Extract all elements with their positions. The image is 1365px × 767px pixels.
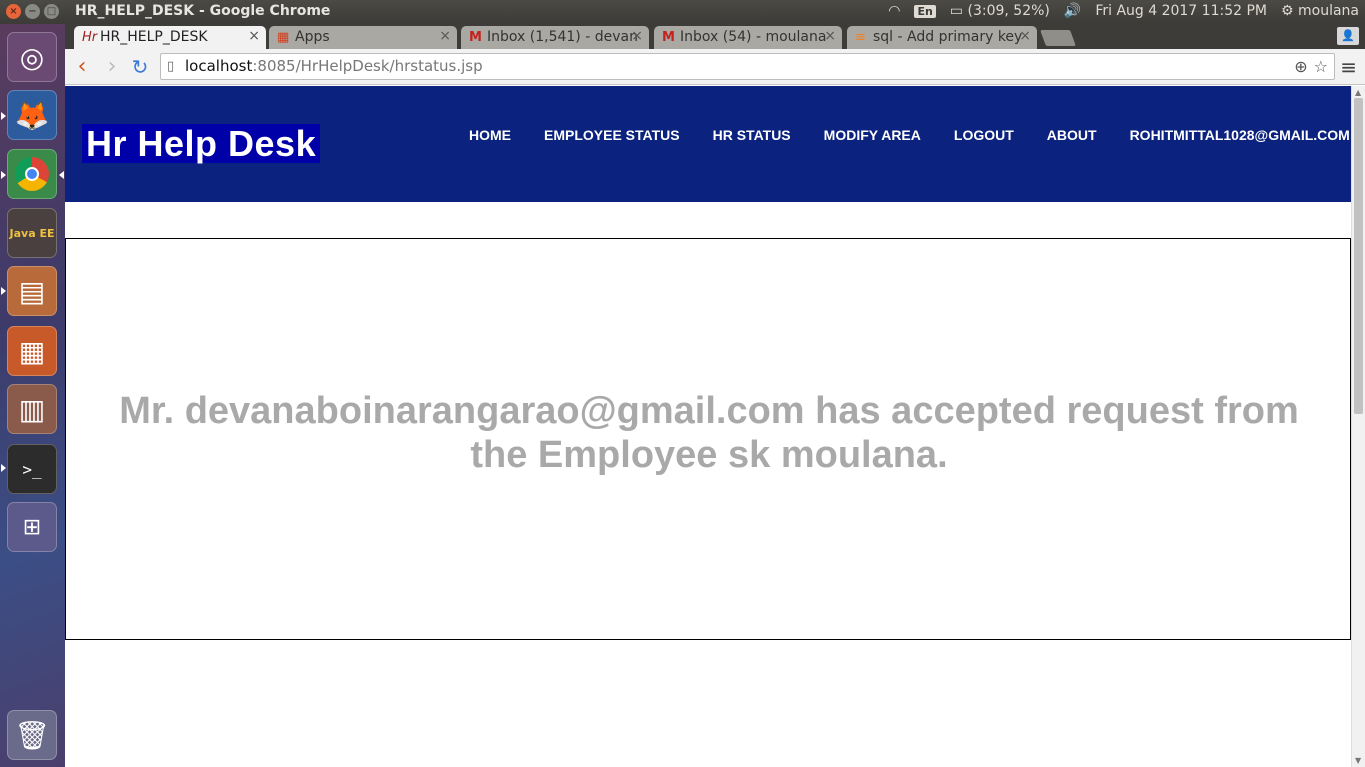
reader-icon[interactable]: ▥: [7, 384, 57, 434]
impress-icon[interactable]: ▦: [7, 326, 57, 376]
window-minimize-button[interactable]: −: [25, 4, 40, 19]
tab-hr-help-desk[interactable]: Hr HR_HELP_DESK ×: [74, 26, 266, 49]
tab-close-icon[interactable]: ×: [439, 28, 451, 44]
scroll-down-arrow-icon[interactable]: ▼: [1355, 756, 1361, 765]
nav-logout[interactable]: LOGOUT: [954, 127, 1014, 143]
status-panel: Mr. devanaboinarangarao@gmail.com has ac…: [65, 238, 1351, 640]
terminal-icon[interactable]: >_: [7, 444, 57, 494]
wifi-icon[interactable]: ◠: [888, 3, 900, 19]
omnibox-actions: ⊕ ☆: [1294, 54, 1328, 79]
volume-icon[interactable]: 🔊: [1064, 3, 1081, 19]
file-manager-icon[interactable]: ▤: [7, 266, 57, 316]
status-message: Mr. devanaboinarangarao@gmail.com has ac…: [119, 390, 1299, 476]
apps-grid-icon: ▦: [277, 30, 290, 45]
unity-launcher: ◎ 🦊 Java EE ▤ ▦ ▥ >_ ⊞ 🗑: [0, 24, 65, 767]
tab-label: Apps: [295, 29, 330, 45]
tab-label: HR_HELP_DESK: [100, 29, 208, 45]
tab-label: Inbox (54) - moulana: [680, 29, 827, 45]
window-controls: × − □: [6, 4, 59, 19]
nav-about[interactable]: ABOUT: [1047, 127, 1097, 143]
workspace-switcher-icon[interactable]: ⊞: [7, 502, 57, 552]
gmail-icon: M: [469, 30, 482, 45]
gear-icon: ⚙: [1280, 3, 1298, 19]
battery-icon: ▭: [949, 3, 968, 19]
page-info-icon[interactable]: ▯: [167, 54, 174, 79]
chrome-icon[interactable]: [7, 149, 57, 199]
tab-label: Inbox (1,541) - devan: [487, 29, 637, 45]
gmail-icon: M: [662, 30, 675, 45]
stackoverflow-icon: ≡: [855, 30, 866, 45]
browser-toolbar: ‹ › ↻ ▯ localhost:8085/HrHelpDesk/hrstat…: [65, 49, 1365, 85]
system-indicators: ◠ En ▭ (3:09, 52%) 🔊 Fri Aug 4 2017 11:5…: [888, 3, 1359, 19]
focused-indicator: [59, 171, 64, 179]
chrome-menu-icon[interactable]: ≡: [1340, 55, 1357, 79]
site-logo[interactable]: Hr Help Desk: [82, 124, 321, 163]
site-header: Hr Help Desk HOME EMPLOYEE STATUS HR STA…: [65, 86, 1351, 202]
page-viewport: Hr Help Desk HOME EMPLOYEE STATUS HR STA…: [65, 86, 1351, 767]
tab-label: sql - Add primary key: [873, 29, 1023, 45]
clock[interactable]: Fri Aug 4 2017 11:52 PM: [1095, 3, 1267, 19]
tab-apps[interactable]: ▦ Apps ×: [269, 26, 457, 49]
running-indicator: [1, 464, 6, 472]
profile-icon[interactable]: 👤: [1337, 27, 1359, 45]
eclipse-javaee-icon[interactable]: Java EE: [7, 208, 57, 258]
window-maximize-button[interactable]: □: [44, 4, 59, 19]
window-close-button[interactable]: ×: [6, 4, 21, 19]
battery-text: (3:09, 52%): [967, 3, 1050, 19]
battery-indicator[interactable]: ▭ (3:09, 52%): [950, 3, 1050, 19]
tab-close-icon[interactable]: ×: [631, 28, 643, 44]
browser-tabstrip: Hr HR_HELP_DESK × ▦ Apps × M Inbox (1,54…: [65, 24, 1365, 49]
reload-button[interactable]: ↻: [127, 54, 153, 80]
nav-user-email[interactable]: ROHITMITTAL1028@GMAIL.COM: [1130, 127, 1350, 143]
url-path: :8085/HrHelpDesk/hrstatus.jsp: [252, 57, 483, 75]
user-name: moulana: [1298, 3, 1359, 19]
tab-close-icon[interactable]: ×: [824, 28, 836, 44]
running-indicator: [1, 112, 6, 120]
zoom-icon[interactable]: ⊕: [1294, 54, 1307, 79]
ubuntu-dash-icon[interactable]: ◎: [7, 32, 57, 82]
window-title: HR_HELP_DESK - Google Chrome: [75, 3, 331, 19]
scroll-thumb[interactable]: [1354, 98, 1363, 414]
running-indicator: [1, 171, 6, 179]
tab-close-icon[interactable]: ×: [1019, 28, 1031, 44]
keyboard-layout-indicator[interactable]: En: [914, 4, 936, 18]
user-menu[interactable]: ⚙ moulana: [1281, 3, 1359, 19]
tab-gmail-devan[interactable]: M Inbox (1,541) - devan ×: [461, 26, 649, 49]
nav-employee-status[interactable]: EMPLOYEE STATUS: [544, 127, 680, 143]
nav-hr-status[interactable]: HR STATUS: [713, 127, 791, 143]
url-host: localhost: [185, 57, 253, 75]
bookmark-star-icon[interactable]: ☆: [1314, 54, 1328, 79]
running-indicator: [1, 287, 6, 295]
tab-gmail-moulana[interactable]: M Inbox (54) - moulana ×: [654, 26, 842, 49]
nav-modify-area[interactable]: MODIFY AREA: [824, 127, 921, 143]
forward-button[interactable]: ›: [99, 54, 125, 80]
nav-home[interactable]: HOME: [469, 127, 511, 143]
scroll-up-arrow-icon[interactable]: ▲: [1355, 88, 1361, 97]
new-tab-button[interactable]: [1040, 30, 1076, 46]
back-button[interactable]: ‹: [69, 54, 95, 80]
page-scrollbar[interactable]: ▲ ▼: [1351, 86, 1365, 767]
firefox-icon[interactable]: 🦊: [7, 90, 57, 140]
system-top-panel: × − □ HR_HELP_DESK - Google Chrome ◠ En …: [0, 0, 1365, 24]
tab-close-icon[interactable]: ×: [248, 28, 260, 44]
main-nav: HOME EMPLOYEE STATUS HR STATUS MODIFY AR…: [469, 127, 1350, 143]
hr-favicon-icon: Hr: [82, 30, 98, 45]
trash-icon[interactable]: 🗑: [7, 710, 57, 760]
address-bar[interactable]: ▯ localhost:8085/HrHelpDesk/hrstatus.jsp…: [160, 53, 1335, 80]
tab-stackoverflow-sql[interactable]: ≡ sql - Add primary key ×: [847, 26, 1037, 49]
